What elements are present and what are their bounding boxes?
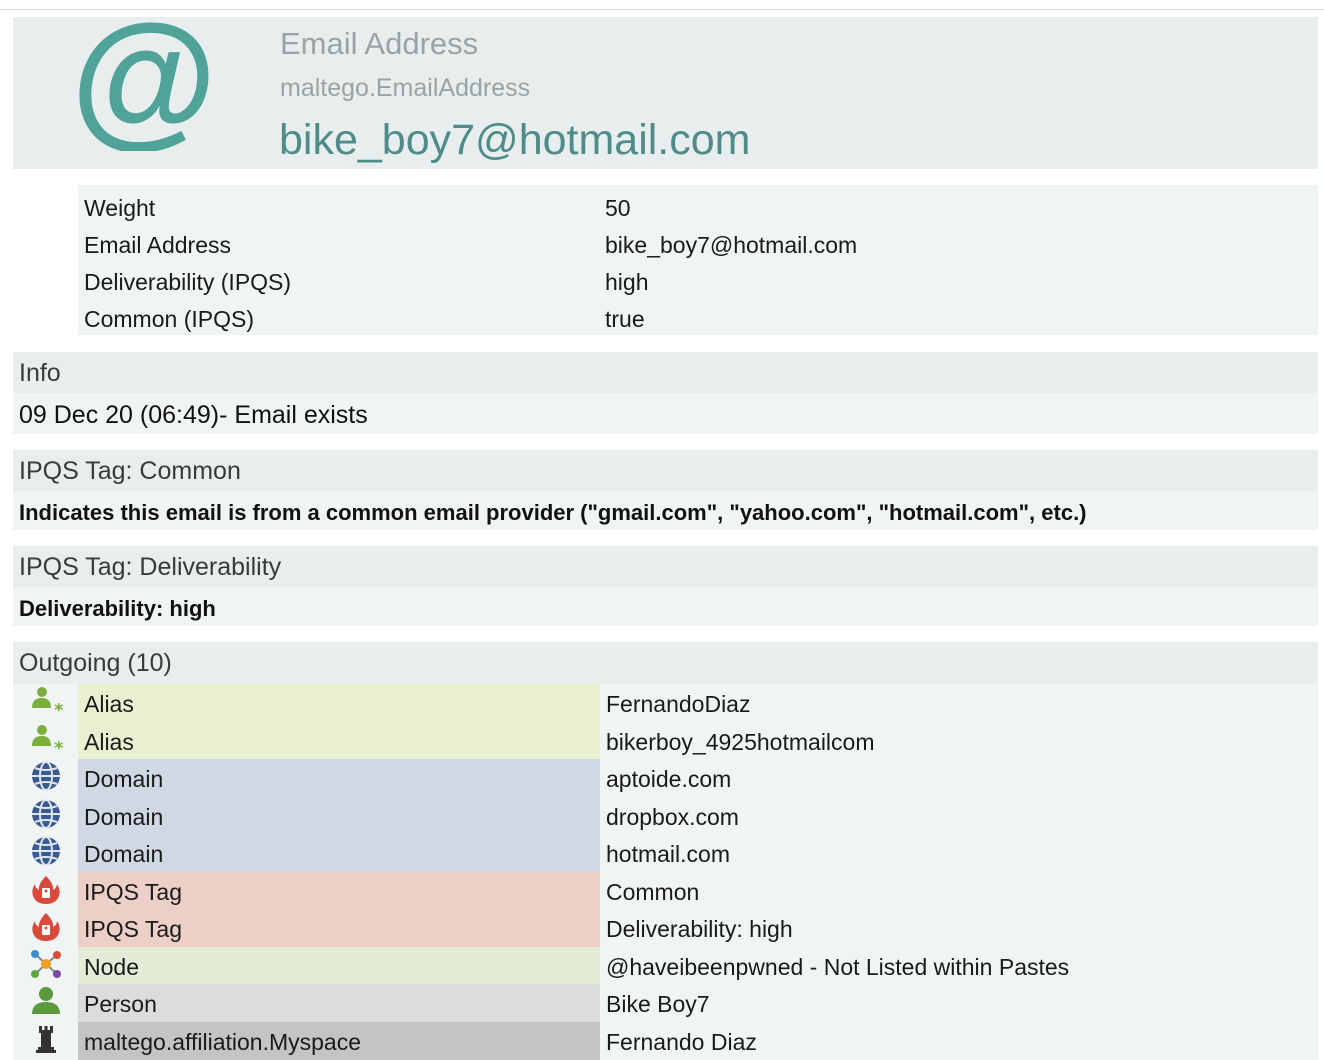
property-key: Email Address — [84, 232, 232, 258]
outgoing-value: Deliverability: high — [606, 916, 793, 942]
outgoing-type-cell: Node — [78, 947, 600, 985]
ipqs-common-text: Indicates this email is from a common em… — [19, 500, 1087, 525]
outgoing-type-cell: Person — [78, 984, 600, 1022]
alias-person-icon: * — [32, 725, 63, 758]
info-section-title: Info — [19, 359, 61, 387]
outgoing-type-cell: Alias — [78, 684, 600, 722]
outgoing-section-header: Outgoing (10) — [13, 642, 1318, 684]
outgoing-row[interactable]: Domain dropbox.com — [13, 797, 1318, 835]
outgoing-value: aptoide.com — [606, 766, 732, 792]
outgoing-row[interactable]: IPQS Tag Common — [13, 872, 1318, 910]
fire-tag-icon — [32, 876, 60, 904]
outgoing-section-title: Outgoing (10) — [19, 649, 172, 677]
property-key: Deliverability (IPQS) — [84, 269, 292, 295]
ipqs-common-header: IPQS Tag: Common — [13, 450, 1318, 491]
outgoing-value: @haveibeenpwned - Not Listed within Past… — [606, 954, 1070, 980]
outgoing-value: bikerboy_4925hotmailcom — [606, 729, 875, 755]
node-graph-icon — [31, 950, 61, 978]
properties-table: Weight 50 Email Address bike_boy7@hotmai… — [78, 185, 1318, 335]
person-icon — [32, 987, 60, 1014]
globe-icon — [32, 799, 60, 829]
outgoing-type: Domain — [84, 841, 164, 867]
outgoing-type: IPQS Tag — [84, 916, 183, 942]
property-key: Common (IPQS) — [84, 306, 254, 332]
entity-header: @ Email Address maltego.EmailAddress bik… — [13, 17, 1318, 169]
property-value: true — [605, 306, 645, 332]
outgoing-row[interactable]: Person Bike Boy7 — [13, 984, 1318, 1022]
outgoing-type: Alias — [84, 691, 134, 717]
outgoing-value: hotmail.com — [606, 841, 730, 867]
svg-text:@: @ — [77, 17, 211, 151]
property-row: Email Address bike_boy7@hotmail.com — [78, 226, 1318, 263]
outgoing-value: Bike Boy7 — [606, 991, 710, 1017]
outgoing-type-cell: maltego.affiliation.Myspace — [78, 1022, 600, 1060]
fire-tag-icon — [32, 913, 60, 941]
outgoing-type-cell: Domain — [78, 834, 600, 872]
outgoing-row[interactable]: IPQS Tag Deliverability: high — [13, 909, 1318, 947]
ipqs-deliverability-body: Deliverability: high — [13, 587, 1318, 626]
outgoing-row[interactable]: Domain hotmail.com — [13, 834, 1318, 872]
svg-text:*: * — [54, 738, 63, 758]
outgoing-list: * Alias FernandoDiaz * Alias bikerboy_49… — [13, 684, 1318, 1060]
outgoing-row[interactable]: maltego.affiliation.Myspace Fernando Dia… — [13, 1022, 1318, 1060]
outgoing-type-cell: Domain — [78, 797, 600, 835]
outgoing-row[interactable]: * Alias FernandoDiaz — [13, 684, 1318, 722]
outgoing-type-cell: Domain — [78, 759, 600, 797]
globe-icon — [32, 836, 60, 866]
info-text: 09 Dec 20 (06:49)- Email exists — [19, 401, 368, 429]
outgoing-type: IPQS Tag — [84, 879, 183, 905]
outgoing-row[interactable]: Node @haveibeenpwned - Not Listed within… — [13, 947, 1318, 985]
outgoing-type-cell: Alias — [78, 722, 600, 760]
outgoing-type: Domain — [84, 804, 164, 830]
top-divider — [0, 9, 1324, 10]
myspace-tower-icon — [36, 1026, 56, 1053]
property-key: Weight — [84, 195, 156, 221]
outgoing-type: Person — [84, 991, 157, 1017]
outgoing-value: FernandoDiaz — [606, 691, 751, 717]
property-row: Weight 50 — [78, 189, 1318, 226]
outgoing-value: Fernando Diaz — [606, 1029, 757, 1055]
outgoing-value: Common — [606, 879, 700, 905]
outgoing-type: Domain — [84, 766, 164, 792]
outgoing-value: dropbox.com — [606, 804, 739, 830]
ipqs-deliverability-text: Deliverability: high — [19, 596, 216, 621]
info-section-body: 09 Dec 20 (06:49)- Email exists — [13, 393, 1318, 434]
ipqs-deliverability-header: IPQS Tag: Deliverability — [13, 546, 1318, 587]
property-value: high — [605, 269, 649, 295]
alias-person-icon: * — [32, 687, 63, 720]
info-section-header: Info — [13, 352, 1318, 393]
svg-text:*: * — [54, 700, 63, 720]
entity-value[interactable]: bike_boy7@hotmail.com — [279, 116, 751, 165]
outgoing-type: maltego.affiliation.Myspace — [84, 1029, 361, 1055]
outgoing-row[interactable]: * Alias bikerboy_4925hotmailcom — [13, 722, 1318, 760]
entity-type-label: Email Address — [280, 26, 479, 61]
outgoing-type-cell: IPQS Tag — [78, 909, 600, 947]
outgoing-type-cell: IPQS Tag — [78, 872, 600, 910]
property-value: bike_boy7@hotmail.com — [605, 232, 858, 258]
property-row: Deliverability (IPQS) high — [78, 263, 1318, 300]
ipqs-common-title: IPQS Tag: Common — [19, 457, 241, 485]
outgoing-type: Node — [84, 954, 139, 980]
globe-icon — [32, 761, 60, 791]
at-sign-icon: @ — [77, 17, 211, 151]
entity-class-name: maltego.EmailAddress — [280, 74, 531, 102]
outgoing-type: Alias — [84, 729, 134, 755]
outgoing-row[interactable]: Domain aptoide.com — [13, 759, 1318, 797]
ipqs-deliverability-title: IPQS Tag: Deliverability — [19, 553, 282, 581]
property-value: 50 — [605, 195, 631, 221]
ipqs-common-body: Indicates this email is from a common em… — [13, 491, 1318, 530]
property-row: Common (IPQS) true — [78, 300, 1318, 337]
